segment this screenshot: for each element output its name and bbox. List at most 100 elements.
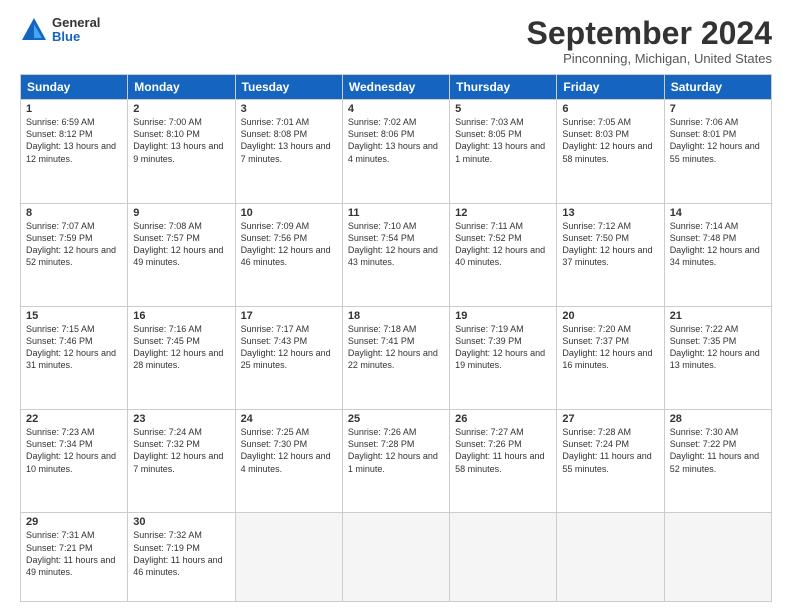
day-number: 4: [348, 103, 444, 115]
table-row: 2 Sunrise: 7:00 AM Sunset: 8:10 PM Dayli…: [128, 100, 235, 203]
day-number: 27: [562, 413, 658, 425]
day-number: 3: [241, 103, 337, 115]
sunrise: Sunrise: 7:15 AM: [26, 324, 95, 334]
sunset: Sunset: 7:19 PM: [133, 543, 200, 553]
table-row: [235, 513, 342, 602]
sunset: Sunset: 7:48 PM: [670, 233, 737, 243]
sunset: Sunset: 7:54 PM: [348, 233, 415, 243]
daylight: Daylight: 13 hours and 1 minute.: [455, 141, 545, 163]
day-info: Sunrise: 7:05 AM Sunset: 8:03 PM Dayligh…: [562, 116, 658, 165]
daylight: Daylight: 12 hours and 58 minutes.: [562, 141, 652, 163]
daylight: Daylight: 11 hours and 49 minutes.: [26, 555, 115, 577]
page: General Blue September 2024 Pinconning, …: [0, 0, 792, 612]
daylight: Daylight: 11 hours and 58 minutes.: [455, 451, 544, 473]
sunrise: Sunrise: 7:02 AM: [348, 117, 417, 127]
day-info: Sunrise: 7:15 AM Sunset: 7:46 PM Dayligh…: [26, 323, 122, 372]
day-info: Sunrise: 7:22 AM Sunset: 7:35 PM Dayligh…: [670, 323, 766, 372]
day-info: Sunrise: 7:14 AM Sunset: 7:48 PM Dayligh…: [670, 220, 766, 269]
day-number: 22: [26, 413, 122, 425]
daylight: Daylight: 12 hours and 10 minutes.: [26, 451, 116, 473]
weekday-row: Sunday Monday Tuesday Wednesday Thursday…: [21, 75, 772, 100]
table-row: [557, 513, 664, 602]
logo: General Blue: [20, 16, 100, 45]
sunset: Sunset: 8:10 PM: [133, 129, 200, 139]
col-friday: Friday: [557, 75, 664, 100]
sunset: Sunset: 8:05 PM: [455, 129, 522, 139]
sunset: Sunset: 7:56 PM: [241, 233, 308, 243]
header: General Blue September 2024 Pinconning, …: [20, 16, 772, 66]
sunset: Sunset: 8:08 PM: [241, 129, 308, 139]
day-number: 5: [455, 103, 551, 115]
daylight: Daylight: 13 hours and 9 minutes.: [133, 141, 223, 163]
table-row: 26 Sunrise: 7:27 AM Sunset: 7:26 PM Dayl…: [450, 410, 557, 513]
sunset: Sunset: 7:24 PM: [562, 439, 629, 449]
sunrise: Sunrise: 7:09 AM: [241, 221, 310, 231]
sunrise: Sunrise: 7:11 AM: [455, 221, 523, 231]
sunrise: Sunrise: 7:01 AM: [241, 117, 310, 127]
sunrise: Sunrise: 7:22 AM: [670, 324, 739, 334]
sunset: Sunset: 7:26 PM: [455, 439, 522, 449]
daylight: Daylight: 12 hours and 49 minutes.: [133, 245, 223, 267]
day-info: Sunrise: 7:17 AM Sunset: 7:43 PM Dayligh…: [241, 323, 337, 372]
daylight: Daylight: 12 hours and 25 minutes.: [241, 348, 331, 370]
title-section: September 2024 Pinconning, Michigan, Uni…: [527, 16, 772, 66]
sunset: Sunset: 7:46 PM: [26, 336, 93, 346]
table-row: 1 Sunrise: 6:59 AM Sunset: 8:12 PM Dayli…: [21, 100, 128, 203]
table-row: 15 Sunrise: 7:15 AM Sunset: 7:46 PM Dayl…: [21, 306, 128, 409]
sunrise: Sunrise: 7:19 AM: [455, 324, 524, 334]
daylight: Daylight: 13 hours and 7 minutes.: [241, 141, 331, 163]
day-info: Sunrise: 6:59 AM Sunset: 8:12 PM Dayligh…: [26, 116, 122, 165]
day-number: 24: [241, 413, 337, 425]
sunrise: Sunrise: 7:10 AM: [348, 221, 417, 231]
table-row: 10 Sunrise: 7:09 AM Sunset: 7:56 PM Dayl…: [235, 203, 342, 306]
day-number: 9: [133, 207, 229, 219]
daylight: Daylight: 12 hours and 37 minutes.: [562, 245, 652, 267]
daylight: Daylight: 12 hours and 46 minutes.: [241, 245, 331, 267]
day-info: Sunrise: 7:16 AM Sunset: 7:45 PM Dayligh…: [133, 323, 229, 372]
day-number: 2: [133, 103, 229, 115]
table-row: 27 Sunrise: 7:28 AM Sunset: 7:24 PM Dayl…: [557, 410, 664, 513]
sunrise: Sunrise: 7:17 AM: [241, 324, 310, 334]
daylight: Daylight: 13 hours and 12 minutes.: [26, 141, 116, 163]
daylight: Daylight: 12 hours and 16 minutes.: [562, 348, 652, 370]
day-number: 12: [455, 207, 551, 219]
sunrise: Sunrise: 7:03 AM: [455, 117, 524, 127]
sunrise: Sunrise: 7:25 AM: [241, 427, 310, 437]
table-row: 13 Sunrise: 7:12 AM Sunset: 7:50 PM Dayl…: [557, 203, 664, 306]
table-row: 30 Sunrise: 7:32 AM Sunset: 7:19 PM Dayl…: [128, 513, 235, 602]
sunrise: Sunrise: 7:27 AM: [455, 427, 524, 437]
sunset: Sunset: 7:30 PM: [241, 439, 308, 449]
col-thursday: Thursday: [450, 75, 557, 100]
sunset: Sunset: 8:06 PM: [348, 129, 415, 139]
table-row: 17 Sunrise: 7:17 AM Sunset: 7:43 PM Dayl…: [235, 306, 342, 409]
table-row: 21 Sunrise: 7:22 AM Sunset: 7:35 PM Dayl…: [664, 306, 771, 409]
col-tuesday: Tuesday: [235, 75, 342, 100]
sunrise: Sunrise: 7:28 AM: [562, 427, 631, 437]
day-number: 28: [670, 413, 766, 425]
sunrise: Sunrise: 6:59 AM: [26, 117, 95, 127]
daylight: Daylight: 11 hours and 55 minutes.: [562, 451, 651, 473]
table-row: 5 Sunrise: 7:03 AM Sunset: 8:05 PM Dayli…: [450, 100, 557, 203]
day-info: Sunrise: 7:20 AM Sunset: 7:37 PM Dayligh…: [562, 323, 658, 372]
table-row: 11 Sunrise: 7:10 AM Sunset: 7:54 PM Dayl…: [342, 203, 449, 306]
table-row: 9 Sunrise: 7:08 AM Sunset: 7:57 PM Dayli…: [128, 203, 235, 306]
daylight: Daylight: 12 hours and 55 minutes.: [670, 141, 760, 163]
table-row: 18 Sunrise: 7:18 AM Sunset: 7:41 PM Dayl…: [342, 306, 449, 409]
table-row: [664, 513, 771, 602]
table-row: 16 Sunrise: 7:16 AM Sunset: 7:45 PM Dayl…: [128, 306, 235, 409]
daylight: Daylight: 12 hours and 34 minutes.: [670, 245, 760, 267]
table-row: 19 Sunrise: 7:19 AM Sunset: 7:39 PM Dayl…: [450, 306, 557, 409]
table-row: 14 Sunrise: 7:14 AM Sunset: 7:48 PM Dayl…: [664, 203, 771, 306]
sunrise: Sunrise: 7:30 AM: [670, 427, 739, 437]
day-number: 20: [562, 310, 658, 322]
sunrise: Sunrise: 7:16 AM: [133, 324, 202, 334]
daylight: Daylight: 11 hours and 52 minutes.: [670, 451, 759, 473]
day-info: Sunrise: 7:00 AM Sunset: 8:10 PM Dayligh…: [133, 116, 229, 165]
sunset: Sunset: 8:03 PM: [562, 129, 629, 139]
sunrise: Sunrise: 7:24 AM: [133, 427, 202, 437]
logo-general: General: [52, 16, 100, 30]
sunset: Sunset: 7:59 PM: [26, 233, 93, 243]
month-title: September 2024: [527, 16, 772, 51]
day-number: 18: [348, 310, 444, 322]
daylight: Daylight: 12 hours and 4 minutes.: [241, 451, 331, 473]
